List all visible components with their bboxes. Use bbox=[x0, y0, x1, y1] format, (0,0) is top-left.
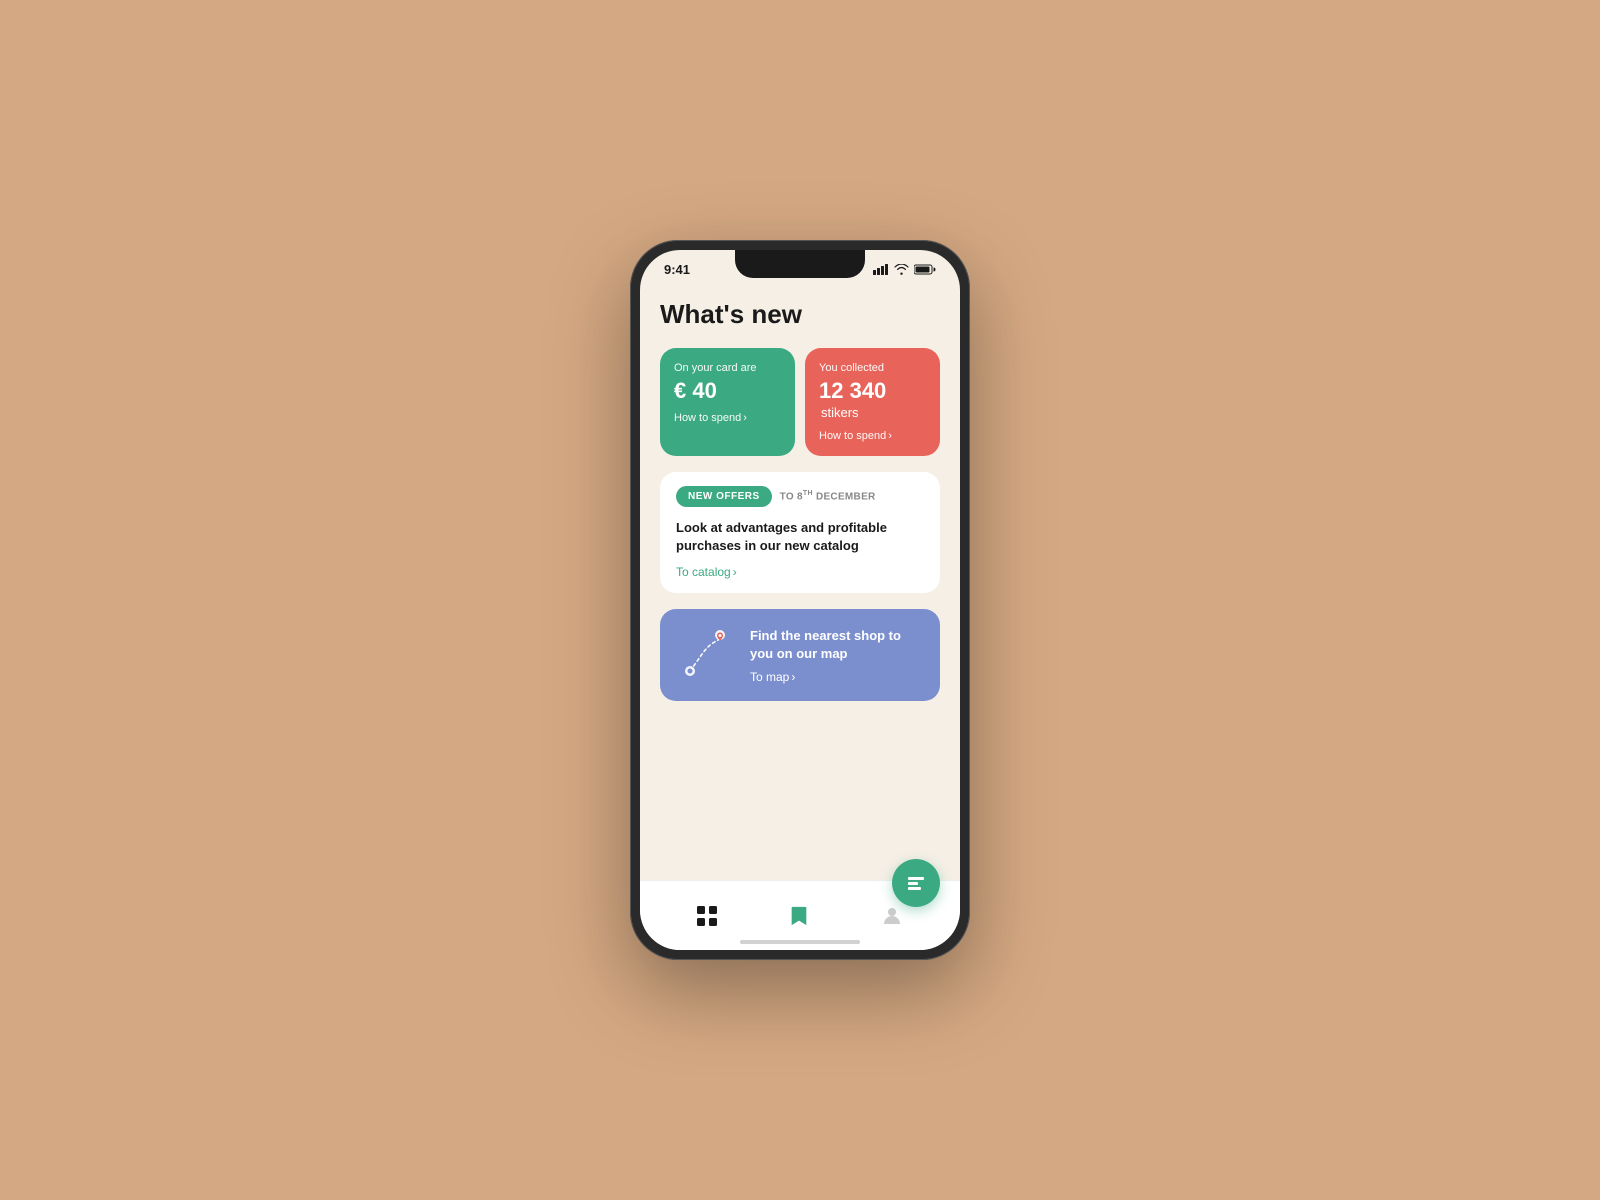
phone-frame: 9:41 bbox=[630, 240, 970, 960]
offers-tags: NEW OFFERS TO 8TH DECEMBER bbox=[676, 486, 924, 507]
card-red-link[interactable]: How to spend › bbox=[819, 430, 926, 442]
map-text: Find the nearest shop to you on our map … bbox=[750, 627, 924, 683]
card-red-label: You collected bbox=[819, 362, 926, 374]
fab-button[interactable] bbox=[892, 859, 940, 907]
offers-card: NEW OFFERS TO 8TH DECEMBER Look at advan… bbox=[660, 472, 940, 593]
map-title: Find the nearest shop to you on our map bbox=[750, 627, 924, 663]
chevron-right-icon: › bbox=[888, 430, 892, 442]
bottom-nav bbox=[640, 880, 960, 950]
offers-link[interactable]: To catalog › bbox=[676, 565, 924, 579]
main-content: What's new On your card are € 40 How to … bbox=[640, 283, 960, 880]
chevron-right-icon: › bbox=[791, 670, 795, 684]
chevron-right-icon: › bbox=[733, 565, 737, 579]
map-link[interactable]: To map › bbox=[750, 670, 924, 684]
tag-date: TO 8TH DECEMBER bbox=[780, 490, 876, 502]
profile-icon bbox=[880, 904, 904, 928]
grid-icon bbox=[696, 905, 718, 927]
map-card: Find the nearest shop to you on our map … bbox=[660, 609, 940, 701]
offers-title: Look at advantages and profitable purcha… bbox=[676, 519, 924, 555]
card-green-label: On your card are bbox=[674, 362, 781, 374]
card-red: You collected 12 340 stikers How to spen… bbox=[805, 348, 940, 456]
notch bbox=[735, 250, 865, 278]
status-icons bbox=[873, 264, 936, 275]
nav-item-offers[interactable] bbox=[789, 905, 809, 927]
battery-icon bbox=[914, 264, 936, 275]
card-green-amount: € 40 bbox=[674, 378, 781, 404]
card-green-link[interactable]: How to spend › bbox=[674, 412, 781, 424]
page-title: What's new bbox=[660, 299, 940, 330]
phone-screen: 9:41 bbox=[640, 250, 960, 950]
tag-new-offers: NEW OFFERS bbox=[676, 486, 772, 507]
map-illustration bbox=[676, 625, 736, 685]
bookmark-icon bbox=[789, 905, 809, 927]
card-red-amount-row: 12 340 stikers bbox=[819, 378, 926, 422]
wifi-icon bbox=[894, 264, 909, 275]
card-red-unit: stikers bbox=[821, 405, 859, 420]
chevron-right-icon: › bbox=[743, 412, 747, 424]
signal-icon bbox=[873, 264, 889, 275]
status-time: 9:41 bbox=[664, 262, 690, 277]
fab-icon bbox=[905, 872, 927, 894]
card-green: On your card are € 40 How to spend › bbox=[660, 348, 795, 456]
nav-item-profile[interactable] bbox=[880, 904, 904, 928]
card-red-amount: 12 340 bbox=[819, 378, 886, 403]
home-indicator bbox=[740, 940, 860, 944]
nav-item-home[interactable] bbox=[696, 905, 718, 927]
cards-row: On your card are € 40 How to spend › You… bbox=[660, 348, 940, 456]
card-green-currency: € bbox=[674, 378, 686, 403]
